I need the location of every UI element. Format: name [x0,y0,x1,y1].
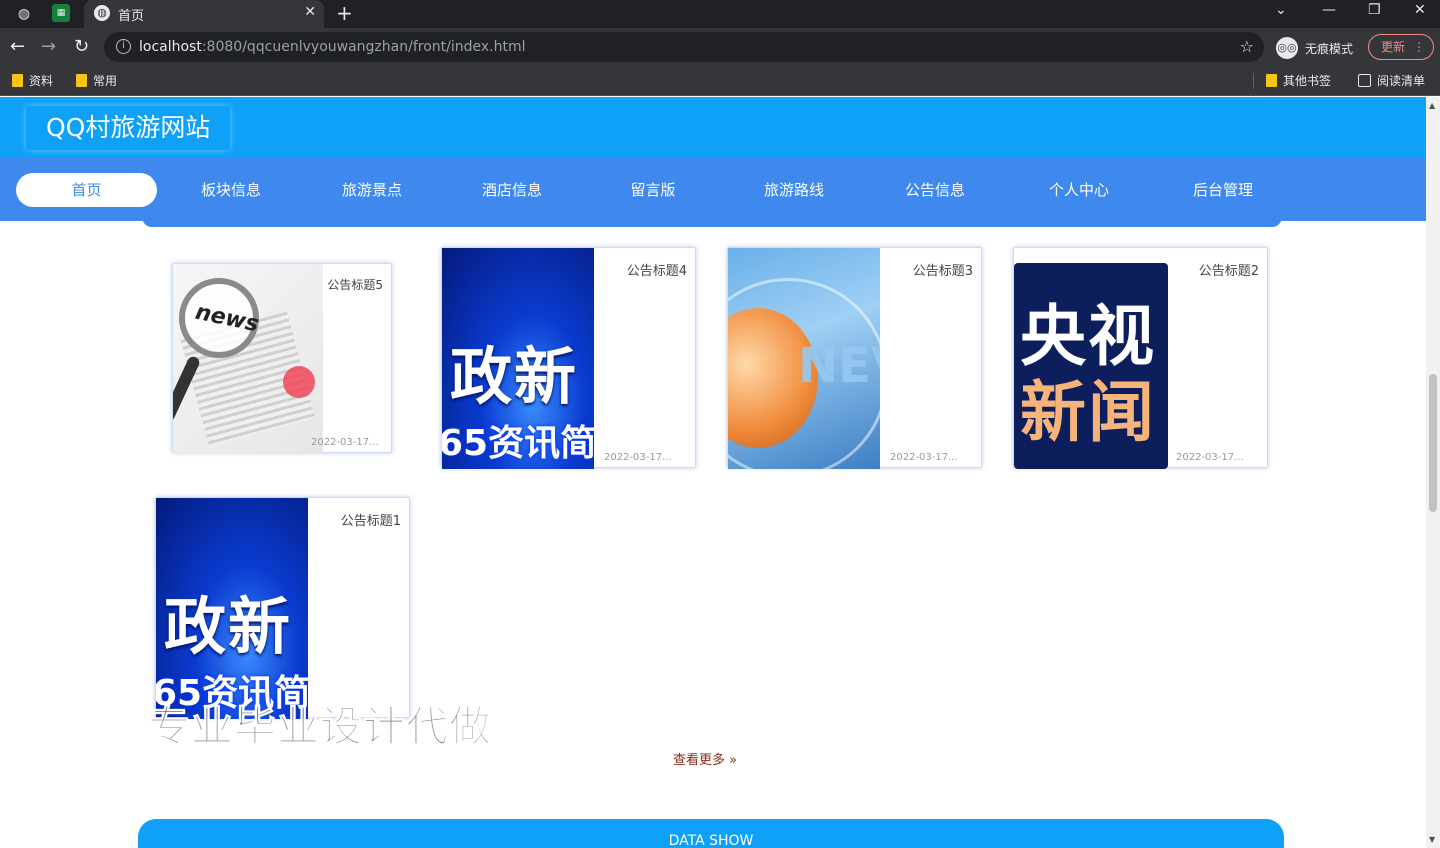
folder-icon [12,74,23,87]
browser-tab-bar: ◍ ▦ ◍ 首页 ✕ + ⌄ — ❐ ✕ [0,0,1440,28]
menu-dots-icon[interactable]: ⋮ [1413,35,1425,59]
forward-arrow-icon[interactable]: → [41,36,56,57]
announcement-image: 央视 新闻 [1014,263,1168,469]
announcement-date: 2022-03-17... [1176,452,1244,463]
watermark-text: 专业毕业设计代做 [147,702,493,752]
scrollbar-thumb[interactable] [1429,374,1437,512]
new-tab-plus-icon[interactable]: + [336,1,353,25]
bookmark-star-icon[interactable]: ☆ [1240,37,1254,56]
announcement-card-1[interactable]: 政新 65资讯简 公告标题1 [155,497,410,719]
reload-icon[interactable]: ↻ [74,36,89,57]
nav-item-admin[interactable]: 后台管理 [1172,173,1274,207]
nav-item-attractions[interactable]: 旅游景点 [321,173,423,207]
reading-list[interactable]: 阅读清单 [1358,72,1425,89]
sheets-icon[interactable]: ▦ [52,4,70,22]
restore-icon[interactable]: ❐ [1368,2,1381,18]
nav-item-boards[interactable]: 板块信息 [180,173,282,207]
window-close-icon[interactable]: ✕ [1414,2,1426,18]
address-bar[interactable]: i localhost:8080/qqcuenlvyouwangzhan/fro… [104,32,1264,62]
announcement-title: 公告标题3 [912,264,973,279]
site-info-icon[interactable]: i [116,39,131,54]
double-chevron-right-icon: » [729,753,738,768]
bookmark-folder-other[interactable]: 其他书签 [1266,72,1331,89]
data-show-title: DATA SHOW [668,833,754,848]
page-scrollbar[interactable]: ▲ ▼ [1426,97,1440,848]
bookmark-separator [1253,73,1254,89]
minimize-icon[interactable]: — [1322,2,1336,18]
announcement-title: 公告标题1 [340,514,401,529]
bookmark-folder-changyong[interactable]: 常用 [76,72,117,89]
nav-item-guestbook[interactable]: 留言版 [602,173,704,207]
announcement-date: 2022-03-17... [604,452,672,463]
reading-list-icon [1358,74,1371,87]
nav-item-profile[interactable]: 个人中心 [1028,173,1130,207]
announcement-image: news [173,264,323,454]
view-more-link[interactable]: 查看更多 » [673,749,737,768]
announcement-image: 政新 65资讯简 [442,248,594,469]
web-page: QQ村旅游网站 首页 板块信息 旅游景点 酒店信息 留言版 旅游路线 公告信息 … [0,97,1440,848]
folder-icon [1266,74,1277,87]
announcement-date: 2022-03-17... [311,437,379,448]
announcement-card-3[interactable]: NEV 公告标题3 2022-03-17... [727,247,982,469]
update-button[interactable]: 更新 ⋮ [1368,34,1434,60]
tab-title: 首页 [118,9,145,24]
browser-tab-active[interactable]: ◍ 首页 ✕ [84,0,324,28]
magnifier-graphic: news [179,278,261,358]
scroll-up-arrow-icon[interactable]: ▲ [1429,101,1435,110]
tab-search-chevron-icon[interactable]: ⌄ [1275,2,1287,18]
nav-item-routes[interactable]: 旅游路线 [743,173,845,207]
nav-item-home[interactable]: 首页 [16,173,157,207]
incognito-icon[interactable]: ◎◎ [1276,37,1298,59]
tab-close-icon[interactable]: ✕ [304,4,316,20]
incognito-label: 无痕模式 [1305,42,1354,56]
data-show-section: DATA SHOW [138,819,1284,848]
bookmark-folder-ziliao[interactable]: 资料 [12,72,53,89]
announcement-card-5[interactable]: news 公告标题5 2022-03-17... [172,263,392,454]
nav-item-announcements[interactable]: 公告信息 [884,173,986,207]
site-title[interactable]: QQ村旅游网站 [26,106,230,150]
scroll-down-arrow-icon[interactable]: ▼ [1429,835,1435,844]
site-header: QQ村旅游网站 [0,97,1426,158]
tab-favicon-globe-icon: ◍ [94,5,110,21]
cursor-click-indicator [283,366,315,398]
bookmarks-bar: 资料 常用 其他书签 阅读清单 [0,66,1440,96]
announcement-date: 2022-03-17... [890,452,958,463]
back-arrow-icon[interactable]: ← [10,36,25,57]
announcement-title: 公告标题4 [626,264,687,279]
folder-icon [76,74,87,87]
browser-toolbar: ← → ↻ i localhost:8080/qqcuenlvyouwangzh… [0,28,1440,66]
main-nav: 首页 板块信息 旅游景点 酒店信息 留言版 旅游路线 公告信息 个人中心 后台管… [0,158,1426,221]
announcement-card-2[interactable]: 央视 新闻 公告标题2 2022-03-17... [1013,247,1268,469]
globe-icon[interactable]: ◍ [14,4,34,24]
announcement-title: 公告标题5 [327,278,383,292]
announcement-title: 公告标题2 [1198,264,1259,279]
announcement-image: 政新 65资讯简 [156,498,308,719]
announcement-card-4[interactable]: 政新 65资讯简 公告标题4 2022-03-17... [441,247,696,469]
nav-item-hotels[interactable]: 酒店信息 [461,173,563,207]
announcement-image: NEV [728,248,880,469]
url-text[interactable]: localhost:8080/qqcuenlvyouwangzhan/front… [139,39,525,55]
section-header-bar [142,217,1282,227]
